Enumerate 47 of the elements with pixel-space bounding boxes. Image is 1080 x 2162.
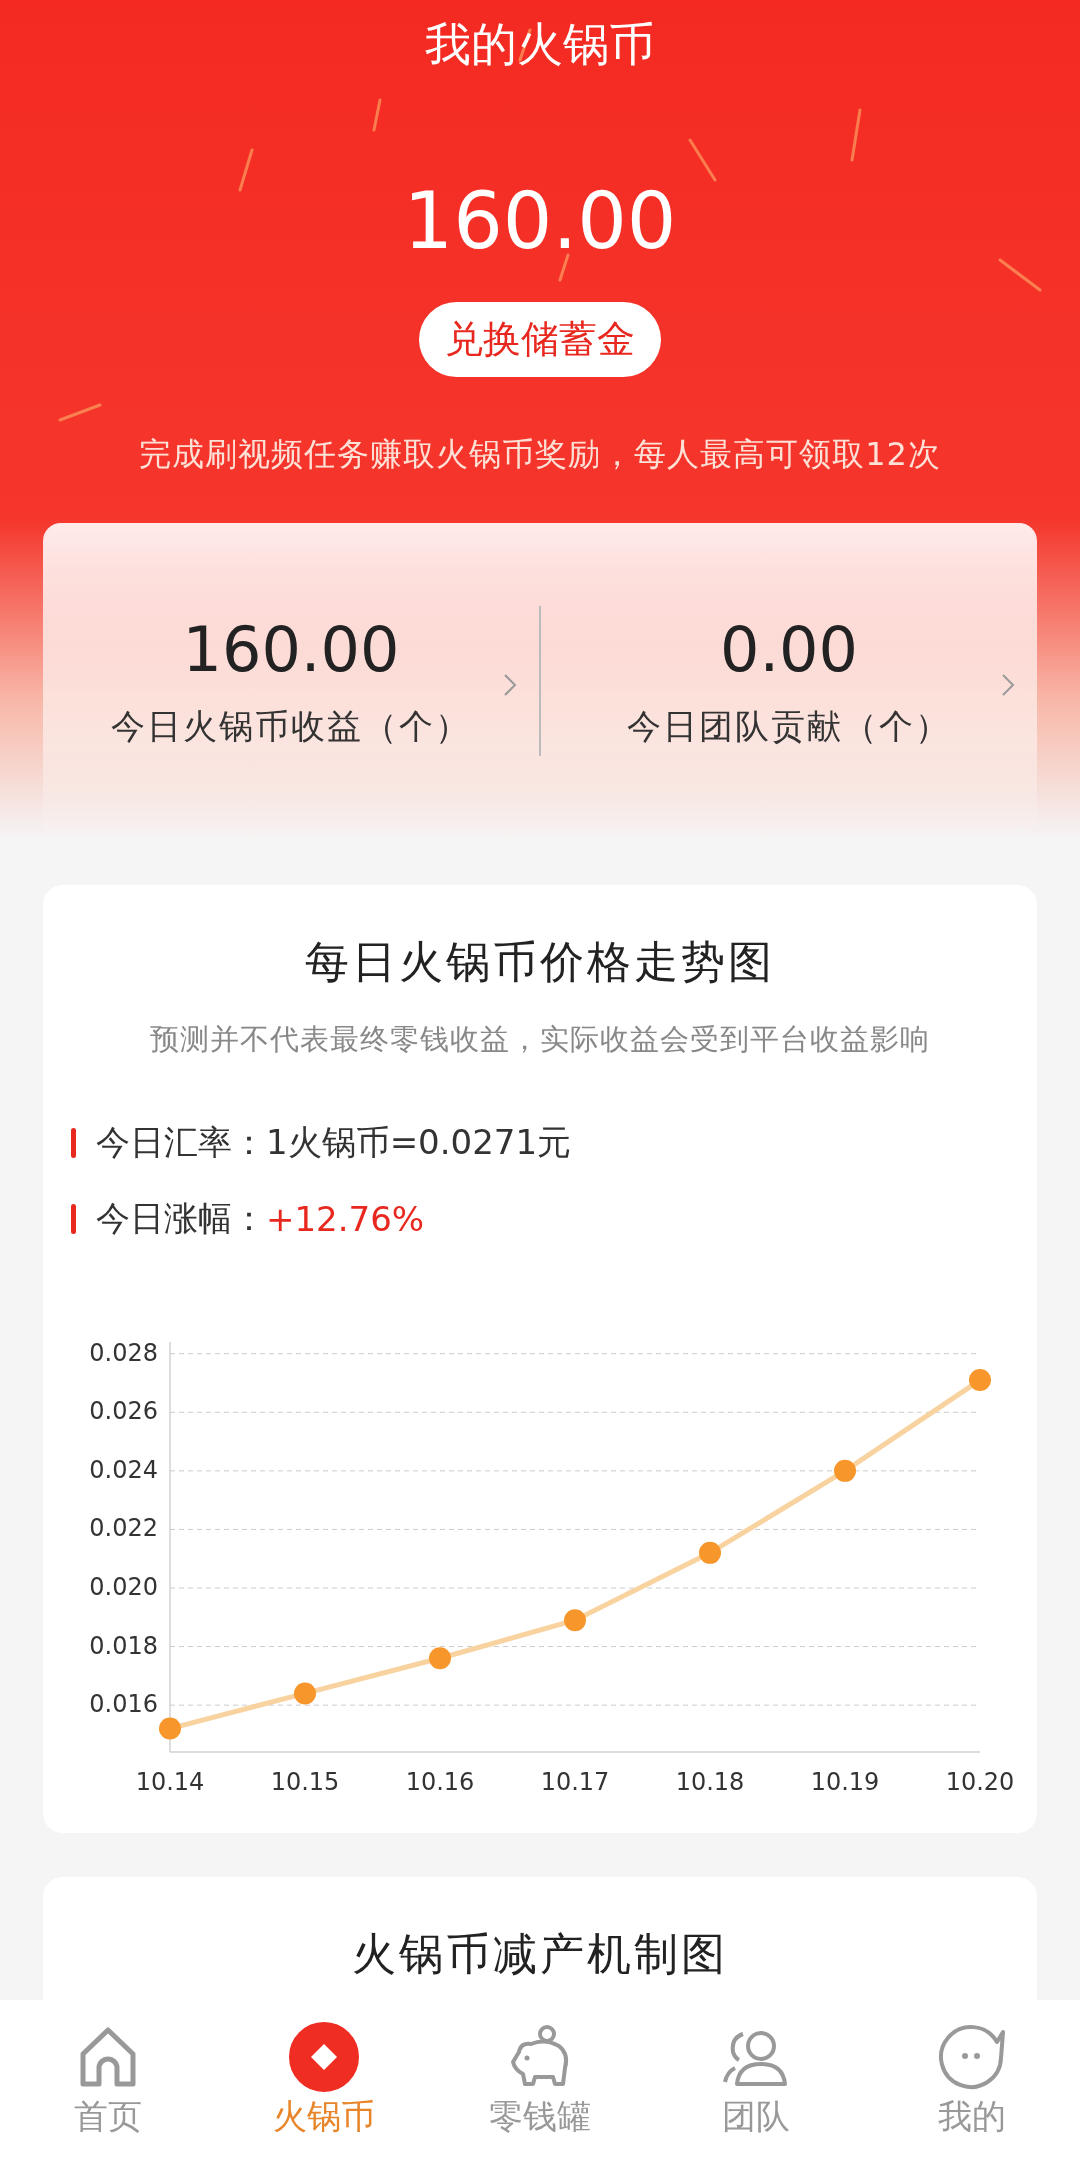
rate-value: +12.76% [266,1199,425,1239]
chat-face-icon [937,2022,1007,2092]
coin-icon [289,2022,359,2092]
rate-marker [71,1128,76,1158]
x-tick-label: 10.15 [270,1768,340,1796]
nav-tab[interactable]: 首页 [33,2022,183,2140]
rate-marker [71,1204,76,1234]
y-tick-label: 0.020 [89,1573,158,1601]
x-tick-label: 10.18 [675,1768,745,1796]
y-tick-label: 0.016 [89,1690,158,1719]
card-title: 每日火锅币价格走势图 [305,935,775,989]
card-subtitle: 预测并不代表最终零钱收益，实际收益会受到平台收益影响 [150,1021,930,1058]
x-tick-label: 10.20 [945,1768,1015,1796]
balance-amount: 160.00 [403,176,677,266]
nav-tab[interactable]: 零钱罐 [465,2022,615,2140]
price-point [159,1717,181,1740]
rate-label: 今日涨幅： [96,1197,266,1240]
x-tick-label: 10.19 [810,1768,880,1796]
chevron-icon[interactable] [503,672,517,697]
page-title: 我的火锅币 [425,16,655,73]
stat-value: 0.00 [719,612,858,686]
nav-tab[interactable]: 我的 [897,2022,1047,2140]
chevron-icon[interactable] [1001,672,1015,697]
y-tick-label: 0.022 [89,1514,158,1543]
price-point [699,1541,721,1564]
x-tick-label: 10.16 [405,1768,475,1796]
stat-label: 今日团队贡献（个） [627,704,951,748]
price-point [429,1647,451,1670]
y-tick-label: 0.018 [89,1631,158,1660]
nav-tab[interactable]: 火锅币 [249,2022,399,2140]
price-point [564,1609,586,1632]
rate-value: 1火锅币=0.0271元 [266,1121,572,1164]
x-tick-label: 10.17 [540,1768,610,1796]
y-tick-label: 0.028 [89,1338,158,1367]
nav-tab[interactable]: 团队 [681,2022,831,2140]
stat-label: 今日火锅币收益（个） [111,704,471,748]
y-tick-label: 0.024 [89,1455,158,1484]
card-title: 火锅币减产机制图 [352,1927,728,1981]
price-point [294,1682,316,1705]
stat-value: 160.00 [182,612,400,686]
reward-note: 完成刷视频任务赚取火锅币奖励，每人最高可领取12次 [139,434,941,475]
rate-label: 今日汇率： [96,1121,266,1164]
exchange-button[interactable]: 兑换储蓄金 [419,302,661,377]
price-point [834,1459,856,1482]
y-tick-label: 0.026 [89,1397,158,1426]
price-point [969,1369,991,1392]
x-tick-label: 10.14 [135,1768,205,1796]
